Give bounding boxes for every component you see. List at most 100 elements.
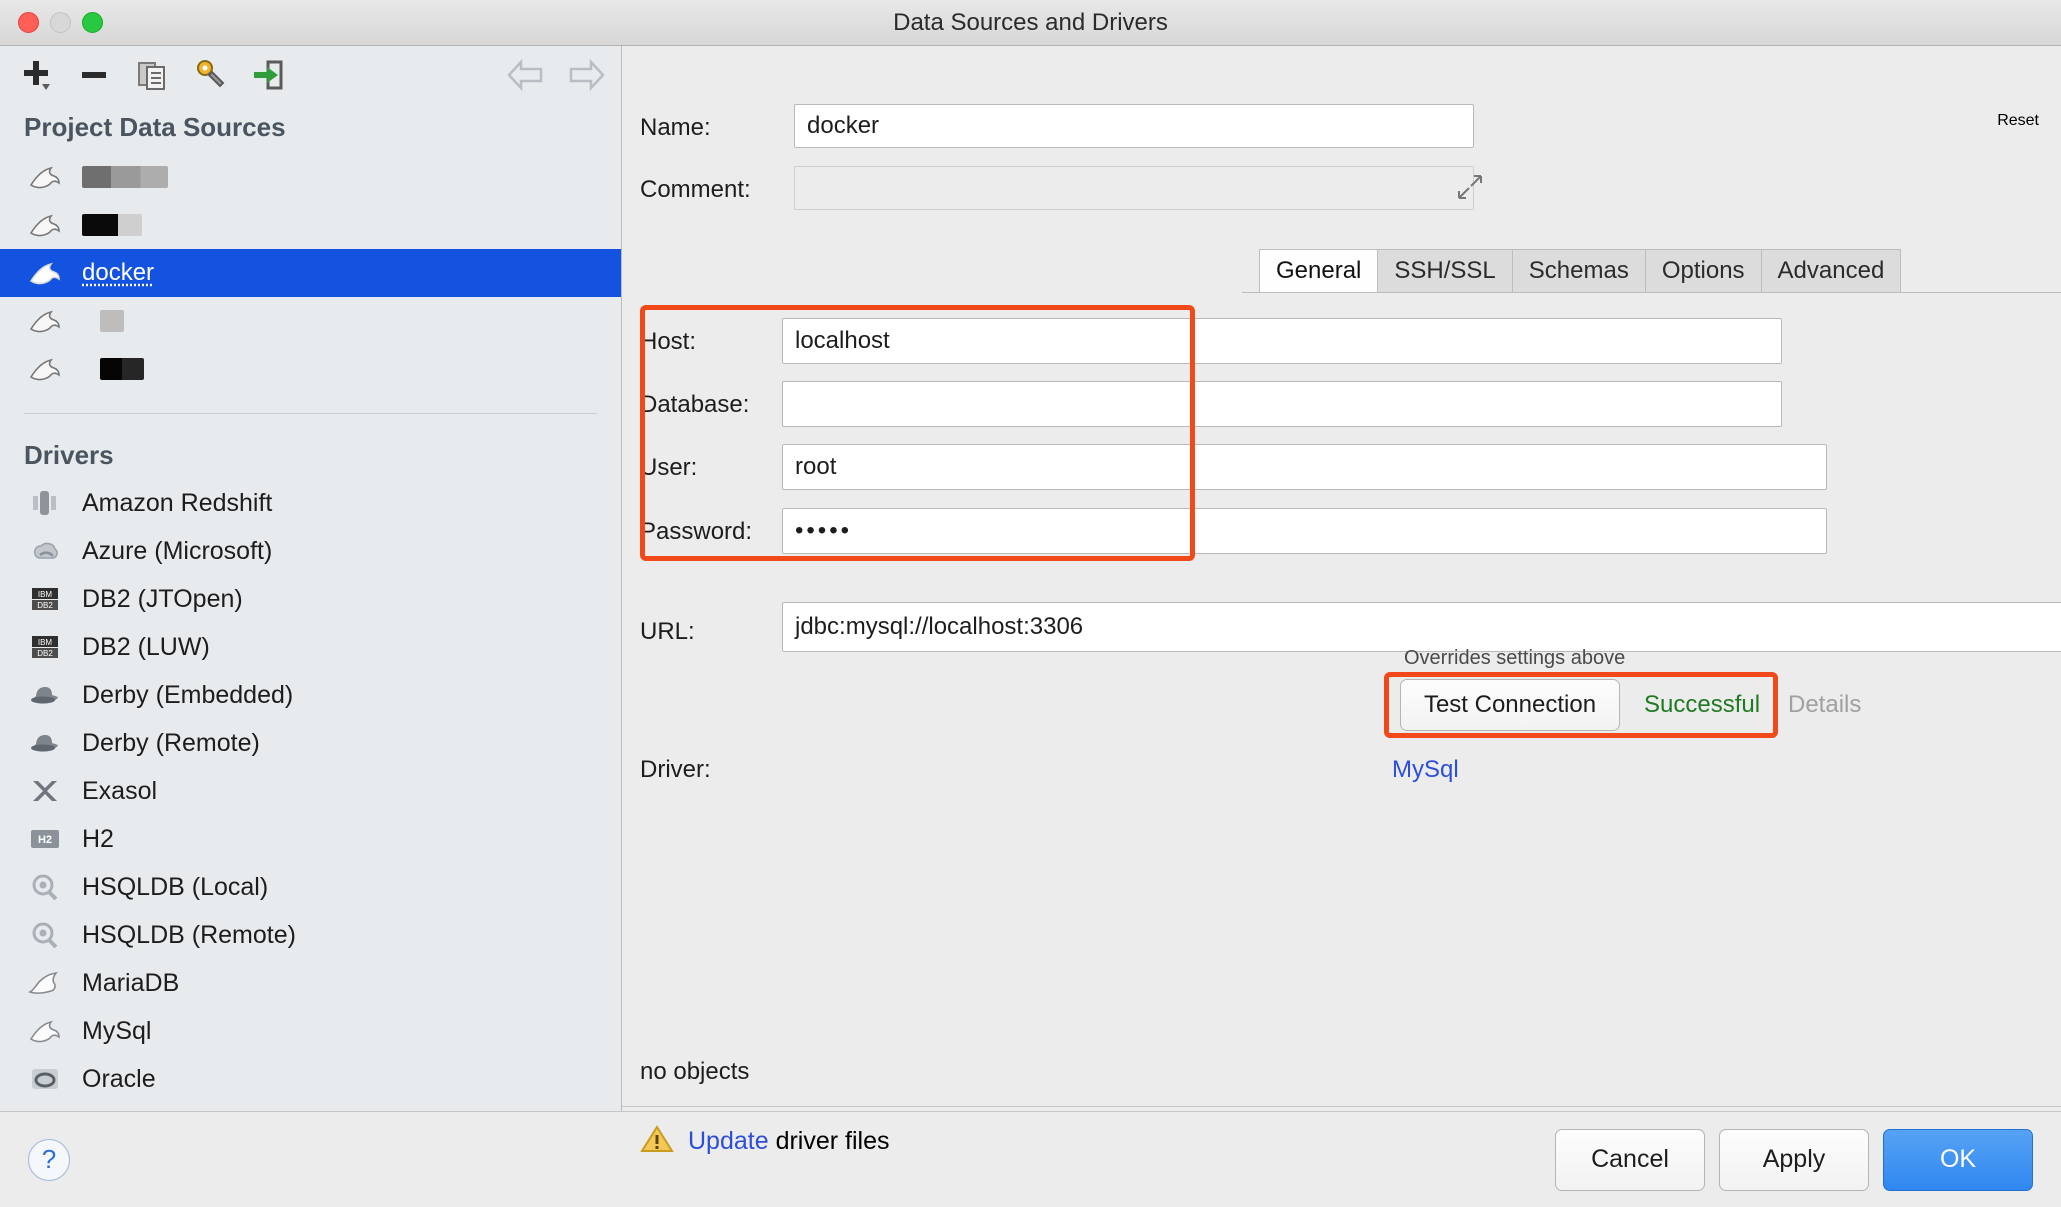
tab-options[interactable]: Options <box>1646 249 1762 293</box>
driver-label: MariaDB <box>82 969 179 998</box>
driver-label: Oracle <box>82 1065 156 1094</box>
driver-label: Derby (Embedded) <box>82 681 293 710</box>
tab-schemas[interactable]: Schemas <box>1513 249 1646 293</box>
user-input[interactable]: root <box>782 444 1827 490</box>
list-item[interactable]: MySql <box>0 1007 621 1055</box>
update-link[interactable]: Update <box>688 1127 769 1155</box>
driver-label: MySql <box>82 1017 151 1046</box>
name-input[interactable]: docker <box>794 104 1474 148</box>
title-bar: Data Sources and Drivers <box>0 0 2061 46</box>
window-title: Data Sources and Drivers <box>0 9 2061 37</box>
details-link[interactable]: Details <box>1788 691 1861 719</box>
sidebar: Project Data Sources docker Drivers Amaz… <box>0 46 622 1111</box>
list-item[interactable]: H2 H2 <box>0 815 621 863</box>
list-item[interactable]: IBM DB2 DB2 (JTOpen) <box>0 575 621 623</box>
list-item[interactable]: Derby (Embedded) <box>0 671 621 719</box>
list-item[interactable]: Exasol <box>0 767 621 815</box>
list-item[interactable] <box>0 201 621 249</box>
driver-label: DB2 (JTOpen) <box>82 585 243 614</box>
overrides-note: Overrides settings above <box>1404 647 1625 670</box>
redacted-label <box>82 166 168 188</box>
driver-label: HSQLDB (Remote) <box>82 921 296 950</box>
tab-underline <box>1242 292 2061 293</box>
mariadb-seal-icon <box>26 966 64 1000</box>
list-item[interactable]: Derby (Remote) <box>0 719 621 767</box>
test-connection-button[interactable]: Test Connection <box>1400 679 1620 731</box>
svg-text:H2: H2 <box>38 834 52 846</box>
svg-text:IBM: IBM <box>38 590 53 599</box>
ok-button[interactable]: OK <box>1883 1129 2033 1191</box>
detail-divider <box>622 1106 2061 1107</box>
redacted-label <box>82 214 142 236</box>
project-data-sources-title: Project Data Sources <box>0 104 621 153</box>
list-item[interactable]: MariaDB <box>0 959 621 1007</box>
list-item[interactable]: Oracle <box>0 1055 621 1103</box>
list-item[interactable]: IBM DB2 DB2 (LUW) <box>0 623 621 671</box>
svg-text:DB2: DB2 <box>37 601 53 610</box>
sidebar-item-docker[interactable]: docker <box>0 249 621 297</box>
list-item[interactable] <box>0 153 621 201</box>
data-source-list: docker <box>0 153 621 399</box>
nav-back-icon[interactable] <box>505 53 549 97</box>
url-label: URL: <box>640 618 695 646</box>
help-button[interactable]: ? <box>28 1139 70 1181</box>
list-item[interactable]: HSQLDB (Remote) <box>0 911 621 959</box>
tab-general[interactable]: General <box>1259 249 1378 293</box>
password-input[interactable]: ••••• <box>782 508 1827 554</box>
driver-link[interactable]: MySql <box>1392 756 1459 784</box>
mysql-dolphin-icon <box>26 256 64 290</box>
host-label: Host: <box>640 328 696 356</box>
h2-icon: H2 <box>26 822 64 856</box>
driver-label: Amazon Redshift <box>82 489 272 518</box>
detail-tabs: General SSH/SSL Schemas Options Advanced <box>1259 249 1901 293</box>
list-item[interactable] <box>0 345 621 393</box>
hsqldb-icon <box>26 918 64 952</box>
svg-text:IBM: IBM <box>38 638 53 647</box>
list-item[interactable]: Azure (Microsoft) <box>0 527 621 575</box>
copy-icon[interactable] <box>130 53 174 97</box>
db2-icon: IBM DB2 <box>26 630 64 664</box>
cancel-button[interactable]: Cancel <box>1555 1129 1705 1191</box>
reset-link[interactable]: Reset <box>1997 112 2039 130</box>
exasol-x-icon <box>26 774 64 808</box>
sidebar-item-label: docker <box>82 259 154 287</box>
apply-button[interactable]: Apply <box>1719 1129 1869 1191</box>
driver-label: Azure (Microsoft) <box>82 537 272 566</box>
hsqldb-icon <box>26 870 64 904</box>
azure-cloud-icon <box>26 534 64 568</box>
host-input[interactable]: localhost <box>782 318 1782 364</box>
wrench-icon[interactable] <box>188 53 232 97</box>
objects-status: no objects <box>640 1058 749 1086</box>
tab-ssh-ssl[interactable]: SSH/SSL <box>1378 249 1512 293</box>
list-item[interactable]: Amazon Redshift <box>0 479 621 527</box>
redacted-label <box>100 310 124 332</box>
driver-label: Exasol <box>82 777 157 806</box>
data-sources-dialog: Data Sources and Drivers Project Data So… <box>0 0 2061 1207</box>
driver-list[interactable]: Amazon Redshift Azure (Microsoft) IBM DB… <box>0 479 621 1111</box>
url-input[interactable]: jdbc:mysql://localhost:3306 <box>782 602 2061 652</box>
dialog-footer: ? Cancel Apply OK <box>0 1111 2061 1207</box>
database-input[interactable] <box>782 381 1782 427</box>
driver-label: DB2 (LUW) <box>82 633 210 662</box>
db2-icon: IBM DB2 <box>26 582 64 616</box>
svg-text:DB2: DB2 <box>37 649 53 658</box>
drivers-title: Drivers <box>0 414 621 479</box>
mysql-dolphin-icon <box>26 1014 64 1048</box>
list-item[interactable]: HSQLDB (Local) <box>0 863 621 911</box>
list-item[interactable] <box>0 297 621 345</box>
expand-comment-icon[interactable] <box>1457 174 1483 205</box>
update-driver-warning[interactable]: Update driver files <box>640 1124 890 1159</box>
comment-input[interactable] <box>794 166 1474 210</box>
nav-forward-icon[interactable] <box>563 53 607 97</box>
tab-advanced[interactable]: Advanced <box>1762 249 1902 293</box>
driver-label: H2 <box>82 825 114 854</box>
update-rest: driver files <box>769 1127 890 1155</box>
driver-row-label: Driver: <box>640 756 711 784</box>
oracle-icon <box>26 1062 64 1096</box>
redacted-label <box>100 358 144 380</box>
add-button[interactable] <box>14 53 58 97</box>
remove-button[interactable] <box>72 53 116 97</box>
mysql-dolphin-icon <box>26 208 64 242</box>
driver-label: Derby (Remote) <box>82 729 260 758</box>
import-icon[interactable] <box>246 53 290 97</box>
